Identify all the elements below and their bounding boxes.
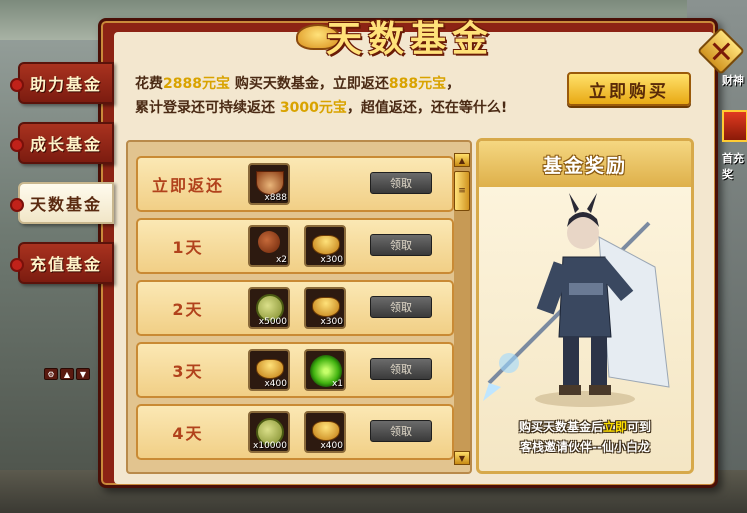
right-side-label-fortune[interactable]: 财神 [722, 72, 744, 88]
claim-button[interactable]: 领取 [370, 420, 432, 442]
reward-desc-highlight: 立即 [602, 420, 627, 434]
tab-assist-fund[interactable]: 助力基金 [10, 62, 114, 104]
row-label: 4天 [172, 424, 204, 443]
reward-panel-title: 基金奖励 [479, 141, 691, 187]
tab-label: 天数基金 [29, 195, 102, 214]
arrow-up-icon[interactable]: ▲ [60, 368, 74, 380]
gold-ingot-icon [312, 235, 340, 255]
item-count: x888 [264, 193, 287, 203]
item-count: x5000 [258, 317, 287, 327]
intro-line-1: 花费2888元宝 购买天数基金，立即返还888元宝， [135, 72, 507, 96]
list-scrollbar[interactable]: ▲ ≡ ▼ [454, 153, 470, 465]
gold-ingot-icon [256, 359, 284, 379]
item-count: x300 [320, 255, 343, 265]
row-label: 1天 [172, 238, 204, 257]
ingot-bowl-icon [256, 171, 284, 195]
reward-desc-text: 可到 [627, 420, 652, 434]
tab-growth-fund[interactable]: 成长基金 [10, 122, 114, 164]
claim-button[interactable]: 领取 [370, 296, 432, 318]
tab-knot-icon [10, 138, 24, 152]
intro-line-2: 累计登录还可持续返还 3000元宝，超值返还，还在等什么! [135, 96, 507, 120]
reward-item[interactable]: x10000 [248, 411, 290, 453]
intro-text: 累计登录还可持续返还 [135, 100, 280, 116]
total-return-amount: 3000元宝 [279, 100, 347, 116]
item-count: x300 [320, 317, 343, 327]
return-amount: 888元宝 [388, 76, 447, 92]
claim-button[interactable]: 领取 [370, 234, 432, 256]
row-label: 立即返还 [151, 176, 224, 195]
tab-label: 充值基金 [29, 255, 102, 274]
tab-knot-icon [10, 258, 24, 272]
list-item: 2天 x5000 x300 领取 [136, 280, 454, 336]
item-count: x400 [320, 441, 343, 451]
intro-text: ， [446, 76, 461, 92]
right-side-label-first-recharge[interactable]: 首充奖 [722, 150, 747, 182]
list-item: 3天 x400 x1 领取 [136, 342, 454, 398]
reward-desc-line-1: 购买天数基金后立即可到 [479, 417, 691, 437]
gift-box-icon[interactable] [722, 110, 747, 142]
reward-item[interactable]: x1 [304, 349, 346, 391]
item-count: x10000 [253, 441, 287, 451]
reward-description: 购买天数基金后立即可到 客栈邀请伙伴--仙小白龙 [479, 417, 691, 457]
tab-knot-icon [10, 78, 24, 92]
tab-days-fund[interactable]: 天数基金 [10, 182, 114, 224]
fund-reward-panel: 基金奖励 购买天数基金后立即可到 客栈邀请伙伴--仙小白龙 [476, 138, 694, 474]
row-label: 3天 [172, 362, 204, 381]
tab-recharge-fund[interactable]: 充值基金 [10, 242, 114, 284]
settings-icon[interactable]: ⚙ [44, 368, 58, 380]
list-item: 1天 x2 x300 领取 [136, 218, 454, 274]
cost-amount: 2888元宝 [163, 76, 230, 92]
reward-item[interactable]: x300 [304, 225, 346, 267]
reward-item[interactable]: x5000 [248, 287, 290, 329]
item-count: x2 [275, 255, 287, 265]
scroll-up-icon[interactable]: ▲ [454, 153, 470, 167]
intro-text: 购买天数基金，立即返还 [229, 76, 389, 92]
item-count: x400 [264, 379, 287, 389]
window-title: 天数基金 [325, 18, 494, 60]
tab-label: 成长基金 [29, 135, 102, 154]
arrow-down-icon[interactable]: ▼ [76, 368, 90, 380]
tab-label: 助力基金 [29, 75, 102, 94]
gold-ingot-icon [312, 421, 340, 441]
reward-item[interactable]: x2 [248, 225, 290, 267]
item-count: x1 [331, 379, 343, 389]
intro-text: ，超值返还，还在等什么! [346, 100, 508, 116]
claim-button[interactable]: 领取 [370, 358, 432, 380]
fund-description: 花费2888元宝 购买天数基金，立即返还888元宝， 累计登录还可持续返还 30… [135, 72, 507, 120]
reward-desc-text: 购买天数基金后 [518, 420, 603, 434]
list-item: 4天 x10000 x400 领取 [136, 404, 454, 460]
meat-dish-icon [258, 231, 280, 253]
list-item: 立即返还 x888 领取 [136, 156, 454, 212]
claim-button[interactable]: 领取 [370, 172, 432, 194]
reward-item[interactable]: x888 [248, 163, 290, 205]
reward-desc-line-2: 客栈邀请伙伴--仙小白龙 [520, 440, 650, 454]
row-label: 2天 [172, 300, 204, 319]
hero-character-image [483, 193, 670, 407]
reward-item[interactable]: x300 [304, 287, 346, 329]
scroll-down-icon[interactable]: ▼ [454, 451, 470, 465]
gold-ingot-icon [312, 297, 340, 317]
buy-now-button[interactable]: 立即购买 [567, 72, 691, 106]
reward-item[interactable]: x400 [304, 411, 346, 453]
reward-list: 立即返还 x888 领取 1天 x2 x300 领取 2天 x5000 x300… [126, 140, 472, 474]
intro-text: 花费 [135, 76, 163, 92]
scroll-thumb[interactable]: ≡ [454, 171, 470, 211]
reward-item[interactable]: x400 [248, 349, 290, 391]
tab-knot-icon [10, 198, 24, 212]
